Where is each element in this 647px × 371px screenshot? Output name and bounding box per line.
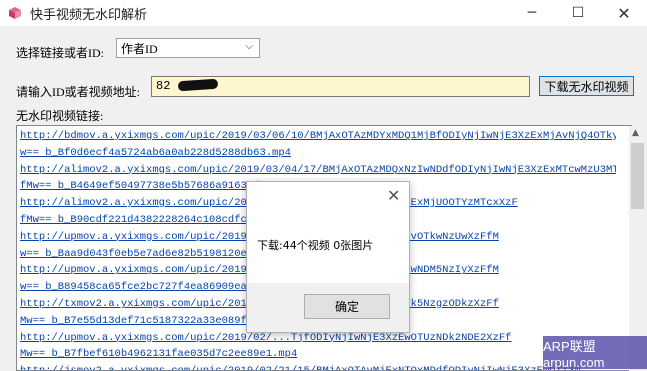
dialog-message: 下载:44个视频 0张图片: [257, 239, 374, 252]
window-title: 快手视频无水印解析: [30, 8, 148, 23]
title-bar: 快手视频无水印解析 ─ ☐ ✕: [0, 0, 647, 26]
scroll-thumb[interactable]: [631, 143, 644, 209]
link-line[interactable]: http://bdmov.a.yxixmgs.com/upic/2019/03/…: [20, 128, 616, 145]
dialog-close-button[interactable]: ✕: [387, 186, 400, 205]
link-line[interactable]: w== b_Bf0d6ecf4a5724ab6a0ab228d5288db63.…: [20, 145, 616, 162]
minimize-button[interactable]: ─: [509, 0, 555, 26]
dialog-footer: 确定: [247, 283, 409, 332]
scroll-up-icon[interactable]: ▲: [632, 128, 639, 138]
chevron-down-icon: ⌵: [245, 41, 253, 52]
watermark: ARP联盟 arpun.com: [543, 336, 647, 370]
input-label: 请输入ID或者视频地址:: [16, 85, 140, 99]
link-line[interactable]: http://jsmov2.a.yxixmgs.com/upic/2019/02…: [20, 363, 616, 370]
cube-icon: [9, 7, 21, 19]
mode-select-value: 作者ID: [121, 42, 158, 56]
list-label: 无水印视频链接:: [16, 109, 104, 123]
link-line[interactable]: Mw== b_B7fbef610b4962131fae035d7c2ee89e1…: [20, 346, 616, 363]
download-button[interactable]: 下载无水印视频: [539, 76, 634, 96]
maximize-button[interactable]: ☐: [555, 0, 601, 26]
message-dialog: ✕ 下载:44个视频 0张图片 确定: [246, 181, 410, 333]
link-line[interactable]: http://alimov2.a.yxixmgs.com/upic/2019/0…: [20, 162, 616, 179]
mode-select[interactable]: 作者ID ⌵: [116, 38, 260, 58]
select-label: 选择链接或者ID:: [16, 46, 104, 60]
close-button[interactable]: ✕: [601, 0, 647, 26]
ok-button[interactable]: 确定: [304, 294, 390, 319]
vertical-scrollbar[interactable]: ▲: [629, 126, 646, 371]
